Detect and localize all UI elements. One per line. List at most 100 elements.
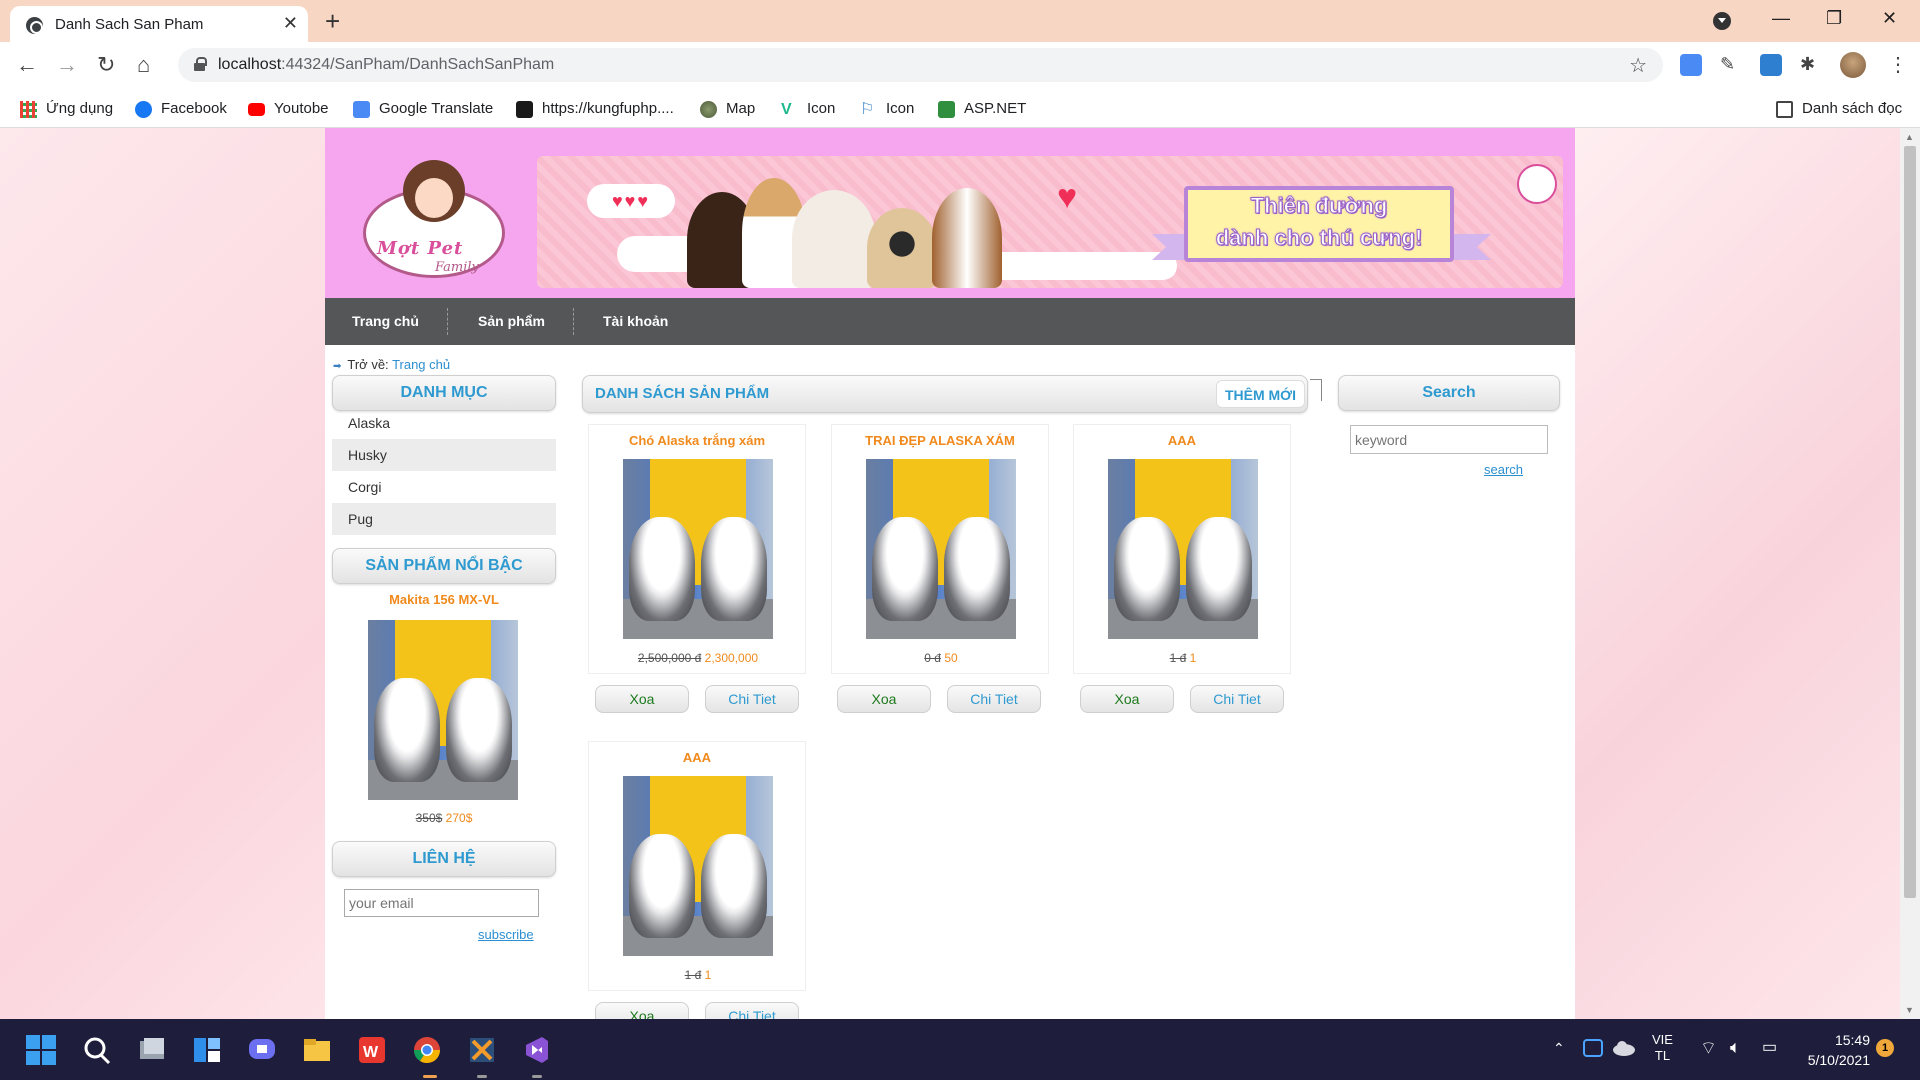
delete-button[interactable]: Xoa	[595, 1002, 689, 1019]
scroll-up-icon[interactable]: ▲	[1905, 132, 1914, 142]
apps-grid-icon	[20, 101, 37, 118]
bookmark-facebook[interactable]: Facebook	[135, 96, 227, 122]
featured-product-name[interactable]: Makita 156 MX-VL	[332, 592, 556, 607]
bookmark-youtube[interactable]: Youtobe	[248, 96, 329, 122]
product-name[interactable]: Chó Alaska trắng xám	[589, 433, 805, 448]
minimize-icon[interactable]: —	[1772, 8, 1790, 29]
featured-product-image[interactable]	[368, 620, 518, 800]
scrollbar-thumb[interactable]	[1904, 146, 1916, 898]
scroll-down-icon[interactable]: ▼	[1905, 1005, 1914, 1015]
search-link[interactable]: search	[1484, 462, 1523, 477]
browser-tab-active[interactable]: Danh Sach San Pham ✕	[10, 6, 308, 42]
new-price: 270$	[445, 811, 473, 825]
category-item-husky[interactable]: Husky	[332, 439, 556, 471]
nav-products[interactable]: Sản phẩm	[478, 298, 545, 345]
windows-start-icon[interactable]	[26, 1035, 56, 1065]
profile-avatar[interactable]	[1840, 52, 1866, 78]
subscribe-link[interactable]: subscribe	[478, 927, 534, 942]
breadcrumb-prefix: Trở về:	[347, 357, 389, 372]
page-scrollbar[interactable]: ▲ ▼	[1900, 128, 1920, 1019]
clock[interactable]: 15:49 5/10/2021	[1800, 1030, 1870, 1070]
add-new-button[interactable]: THÊM MỚI	[1215, 380, 1305, 408]
address-bar[interactable]: localhost:44324/SanPham/DanhSachSanPham …	[178, 48, 1663, 82]
category-item-alaska[interactable]: Alaska	[332, 407, 556, 439]
widgets-icon[interactable]	[192, 1035, 222, 1065]
onedrive-sync-icon[interactable]	[1582, 1037, 1604, 1059]
bookmark-apps[interactable]: Ứng dụng	[20, 96, 113, 122]
product-image[interactable]	[623, 459, 773, 639]
forward-icon[interactable]: →	[56, 52, 78, 78]
bookmark-aspnet[interactable]: ASP.NET	[938, 96, 1026, 122]
detail-button[interactable]: Chi Tiet	[947, 685, 1041, 713]
product-image[interactable]	[866, 459, 1016, 639]
visual-studio-icon[interactable]	[522, 1035, 552, 1065]
nav-home[interactable]: Trang chủ	[352, 298, 419, 345]
bookmark-label: ASP.NET	[964, 100, 1027, 117]
bookmark-kungfuphp[interactable]: https://kungfuphp....	[516, 96, 674, 122]
header-banner: ♥♥♥ ♥ Thiên đường dành cho thú cưng!	[537, 156, 1563, 288]
menu-kebab-icon[interactable]: ⋮	[1888, 52, 1908, 77]
reload-icon[interactable]: ↻	[97, 52, 115, 78]
dog-pug	[867, 208, 937, 288]
featured-product-price: 350$ 270$	[332, 811, 556, 825]
file-explorer-icon[interactable]	[302, 1035, 332, 1065]
old-price: 1 đ	[684, 968, 702, 982]
chrome-icon[interactable]	[412, 1035, 442, 1065]
restore-icon[interactable]: ❐	[1826, 8, 1842, 29]
translate-extension-icon[interactable]	[1680, 54, 1702, 76]
wps-office-icon[interactable]: W	[357, 1035, 387, 1065]
site-logo[interactable]: Mợt Pet Family	[363, 160, 505, 278]
wifi-icon[interactable]: ⌔	[1700, 1037, 1717, 1060]
search-icon[interactable]	[82, 1035, 112, 1065]
product-name[interactable]: AAA	[1074, 433, 1290, 448]
tab-search-icon[interactable]	[1713, 12, 1731, 30]
window-close-icon[interactable]: ✕	[1882, 8, 1897, 29]
bookmark-icon-flag[interactable]: ⚐ Icon	[860, 96, 914, 122]
bookmark-map[interactable]: Map	[700, 96, 755, 122]
new-tab-icon[interactable]: +	[325, 6, 340, 37]
banner-slogan: Thiên đường dành cho thú cưng!	[1184, 186, 1454, 262]
product-card: AAA 1 đ 1	[1073, 424, 1291, 674]
search-input[interactable]	[1350, 425, 1548, 454]
email-field[interactable]	[344, 889, 539, 917]
language-indicator[interactable]: VIE TL	[1652, 1032, 1673, 1064]
detail-button[interactable]: Chi Tiet	[1190, 685, 1284, 713]
nav-account[interactable]: Tài khoản	[603, 298, 668, 345]
product-image[interactable]	[1108, 459, 1258, 639]
product-price: 2,500,000 đ 2,300,000	[589, 651, 807, 665]
category-item-corgi[interactable]: Corgi	[332, 471, 556, 503]
notification-badge[interactable]: 1	[1876, 1039, 1894, 1057]
nav-separator	[573, 308, 574, 335]
banner-ribbon-right	[1451, 234, 1491, 260]
delete-button[interactable]: Xoa	[1080, 685, 1174, 713]
eyedropper-extension-icon[interactable]: ✎	[1720, 54, 1742, 76]
bookmark-star-icon[interactable]: ☆	[1629, 53, 1647, 78]
running-indicator	[423, 1075, 437, 1078]
detail-button[interactable]: Chi Tiet	[705, 685, 799, 713]
home-icon[interactable]: ⌂	[137, 52, 150, 78]
browser-tab-bar: Danh Sach San Pham ✕ + — ❐ ✕	[0, 0, 1920, 42]
xampp-icon[interactable]	[467, 1035, 497, 1065]
back-icon[interactable]: ←	[16, 52, 38, 78]
delete-button[interactable]: Xoa	[837, 685, 931, 713]
battery-icon[interactable]: ▭	[1762, 1037, 1777, 1057]
product-name[interactable]: AAA	[589, 750, 805, 765]
reading-list[interactable]: Danh sách đọc	[1776, 96, 1902, 122]
detail-button[interactable]: Chi Tiet	[705, 1002, 799, 1019]
product-image[interactable]	[623, 776, 773, 956]
vuetify-icon: V	[781, 101, 792, 118]
tray-expand-icon[interactable]: ⌃	[1553, 1040, 1565, 1057]
close-tab-icon[interactable]: ✕	[283, 13, 298, 34]
delete-button[interactable]: Xoa	[595, 685, 689, 713]
extensions-puzzle-icon[interactable]: ✱	[1800, 54, 1822, 76]
onedrive-cloud-icon[interactable]	[1612, 1039, 1636, 1057]
product-name[interactable]: TRAI ĐẸP ALASKA XÁM	[832, 433, 1048, 448]
sync-extension-icon[interactable]	[1760, 54, 1782, 76]
bookmark-icon-vuetify[interactable]: V Icon	[781, 96, 835, 122]
breadcrumb-home-link[interactable]: Trang chủ	[392, 357, 450, 372]
teams-chat-icon[interactable]	[247, 1035, 277, 1065]
category-item-pug[interactable]: Pug	[332, 503, 556, 535]
volume-icon[interactable]: 🔈︎	[1730, 1037, 1741, 1058]
bookmark-google-translate[interactable]: Google Translate	[353, 96, 493, 122]
task-view-icon[interactable]	[137, 1035, 167, 1065]
